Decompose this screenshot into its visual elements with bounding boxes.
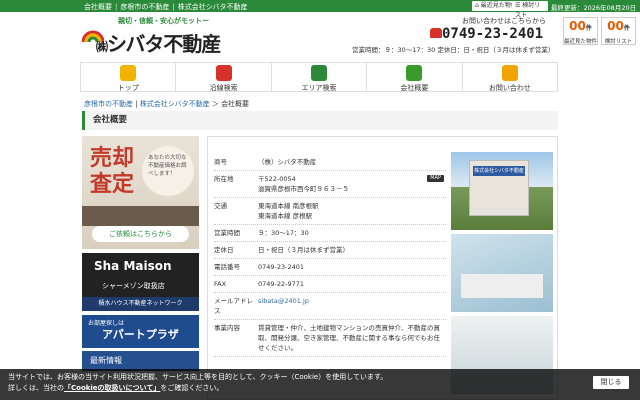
logo-catchphrase: 親切・信頼・安心がモットー [118,17,209,25]
table-row: 事業内容 賃貸管理・仲介、土地建物マンションの売買仲介、不動産の買取、開発分譲、空… [214,320,446,357]
nav-line-search[interactable]: 沿線検索 [175,63,270,92]
nav-area-search[interactable]: エリア検索 [270,63,366,92]
office-interior-photo [451,234,553,312]
contact-block: お問い合わせはこちらから 0749-23-2401 営業時間：９：30〜17：3… [352,16,555,56]
table-row: FAX 0749-22-9771 [214,276,446,293]
shamaison-banner[interactable]: Sha Maison シャーメゾン取扱店 積水ハウス不動産ネットワーク [82,253,199,311]
photo-column: 株式会社シバタ不動産 [451,152,553,398]
top-link-shibata[interactable]: 株式会社シバタ不動産 [178,2,248,12]
compare-counter[interactable]: 00件 検討リスト [601,17,636,45]
table-row: 営業時間 ９：30〜17：30 [214,225,446,242]
logo-name: ㈱シバタ不動産 [96,32,221,56]
last-updated: 最終更新：2026年08月20日 [551,4,637,12]
breadcrumb-shibata[interactable]: 株式会社シバタ不動産 [140,100,210,108]
map-icon [311,65,328,81]
contact-label: お問い合わせはこちらから [462,17,546,25]
global-nav: トップ 沿線検索 エリア検索 会社概要 お問い合わせ [80,62,559,92]
top-links: 会社概要 | 彦根市の不動産 | 株式会社シバタ不動産 [84,2,248,12]
email-link[interactable]: sibata@2401.jp [258,296,446,316]
train-icon [215,65,232,81]
storefront-photo: 株式会社シバタ不動産 [451,152,553,230]
cookie-banner: 当サイトでは、お客様の当サイト利用状況把握、サービス向上等を目的として、クッキー… [0,369,640,400]
request-link: ご依頼はこちらから [92,226,189,242]
cookie-close-button[interactable]: 閉じる [593,376,629,389]
divider: | [115,3,118,11]
company-info: 商号 （株）シバタ不動産 所在地 〒522-0054 滋賀県彦根市西今町９６３－５ M… [207,136,558,400]
nav-contact[interactable]: お問い合わせ [461,63,559,92]
cookie-policy-link[interactable]: 「Cookieの取扱いについて」 [64,384,160,392]
address: 〒522-0054 滋賀県彦根市西今町９６３－５ [258,175,349,193]
sidebar: 売却 査定 あなたの大切な不動産価格お調べします！ ご依頼はこちらから Sha M… [82,136,199,371]
compare-button[interactable]: ☰ 検討リスト [512,1,548,19]
compare-counter-label: 検討リスト [604,39,633,45]
sell-appraisal-banner[interactable]: 売却 査定 あなたの大切な不動産価格お調べします！ ご依頼はこちらから [82,136,199,249]
top-link-hikone[interactable]: 彦根市の不動産 [120,2,169,12]
cookie-text-line1: 当サイトでは、お客様の当サイト利用状況把握、サービス向上等を目的として、クッキー… [8,373,388,381]
breadcrumb: 彦根市の不動産 | 株式会社シバタ不動産 ＞ 会社概要 [84,100,250,108]
business-hours: 営業時間：９：30〜17：30 定休日：日・祝日（３月は休まず営業） [352,46,555,54]
mail-icon [501,65,518,81]
top-link-company[interactable]: 会社概要 [84,2,112,12]
page-title: 会社概要 [82,111,558,130]
nav-company[interactable]: 会社概要 [366,63,461,92]
sofa-image [82,206,199,226]
table-row: 所在地 〒522-0054 滋賀県彦根市西今町９６３－５ MAP [214,171,446,198]
table-row: 定休日 日・祝日（３月は休まず営業） [214,242,446,259]
top-bar: 会社概要 | 彦根市の不動産 | 株式会社シバタ不動産 ⌂ 最近見た物件 ☰ 検討リスト… [0,0,640,19]
recent-counter[interactable]: 00件 最近見た物件 [563,17,598,45]
breadcrumb-hikone[interactable]: 彦根市の不動産 [84,100,133,108]
table-row: 電話番号 0749-23-2401 [214,259,446,276]
company-table: 商号 （株）シバタ不動産 所在地 〒522-0054 滋賀県彦根市西今町９６３－５ M… [214,154,446,357]
map-button[interactable]: MAP [427,175,444,182]
logo[interactable]: 親切・信頼・安心がモットー ㈱シバタ不動産 [82,16,221,56]
table-row: 商号 （株）シバタ不動産 [214,154,446,171]
recent-counter-label: 最近見た物件 [564,39,598,45]
compare-count: 00 [607,19,624,33]
sell-note: あなたの大切な不動産価格お調べします！ [142,146,194,196]
table-row: 交通 東海道本線 南彦根駅 東海道本線 彦根駅 [214,198,446,225]
phone-number[interactable]: 0749-23-2401 [442,26,543,42]
clipboard-icon [406,65,423,81]
recent-count: 00 [569,19,586,33]
table-row: メールアドレス sibata@2401.jp [214,293,446,320]
phone-icon [430,28,442,38]
extra-banner[interactable]: 最新情報 [82,351,199,371]
breadcrumb-current: 会社概要 [221,100,250,108]
divider: | [172,3,175,11]
home-icon [120,65,137,81]
apartplaza-banner[interactable]: お部屋探しは アパートプラザ [82,315,199,348]
nav-top[interactable]: トップ [80,63,175,92]
